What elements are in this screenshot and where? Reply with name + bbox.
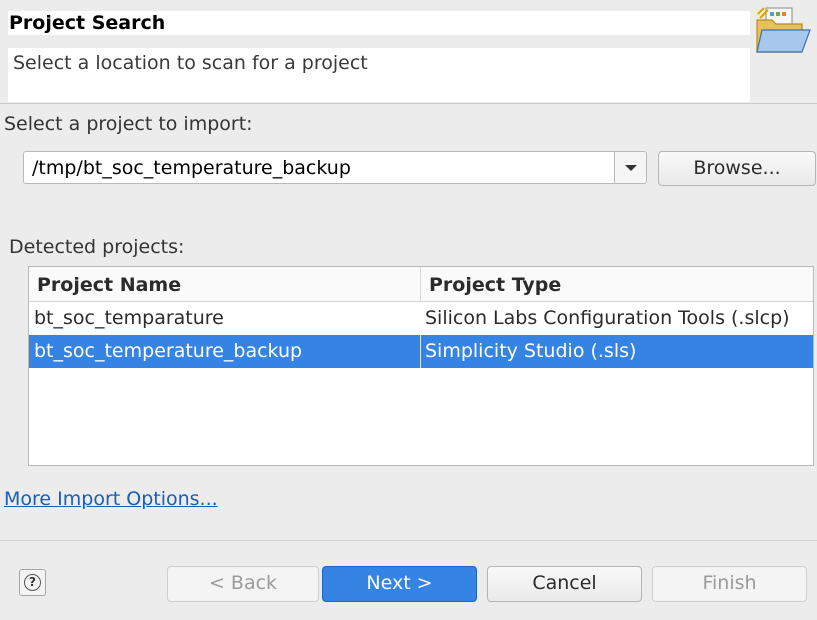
page-description: Select a location to scan for a project — [13, 52, 368, 74]
project-type-cell: Simplicity Studio (.sls) — [425, 340, 637, 362]
project-type-cell: Silicon Labs Configuration Tools (.slcp) — [425, 307, 790, 329]
more-import-options-link[interactable]: More Import Options... — [4, 487, 218, 511]
cancel-button[interactable]: Cancel — [487, 566, 642, 602]
table-row-selected[interactable]: bt_soc_temperature_backup Simplicity Stu… — [29, 335, 813, 368]
next-button[interactable]: Next > — [322, 566, 477, 602]
project-path-combobox[interactable]: /tmp/bt_soc_temperature_backup — [23, 151, 647, 184]
back-button[interactable]: < Back — [167, 566, 319, 602]
project-name-cell: bt_soc_temperature_backup — [34, 340, 303, 362]
footer-divider — [0, 540, 817, 541]
finish-button[interactable]: Finish — [652, 566, 807, 602]
project-path-value[interactable]: /tmp/bt_soc_temperature_backup — [32, 155, 351, 181]
table-row[interactable]: bt_soc_temparature Silicon Labs Configur… — [29, 302, 813, 335]
page-title: Project Search — [9, 12, 166, 34]
column-header-project-type[interactable]: Project Type — [421, 267, 813, 302]
chevron-down-icon — [625, 165, 637, 171]
import-location-label: Select a project to import: — [4, 113, 253, 135]
detected-projects-table[interactable]: Project Name Project Type bt_soc_tempara… — [28, 266, 814, 466]
browse-button[interactable]: Browse... — [658, 151, 816, 186]
combobox-dropdown-button[interactable] — [614, 152, 646, 183]
column-divider — [420, 335, 421, 368]
column-header-project-name[interactable]: Project Name — [29, 267, 421, 302]
detected-projects-label: Detected projects: — [9, 236, 185, 258]
import-wizard-folder-icon — [752, 2, 816, 62]
help-button[interactable]: ? — [19, 569, 46, 596]
header-divider — [0, 103, 817, 104]
help-icon: ? — [24, 574, 41, 591]
project-name-cell: bt_soc_temparature — [34, 307, 224, 329]
